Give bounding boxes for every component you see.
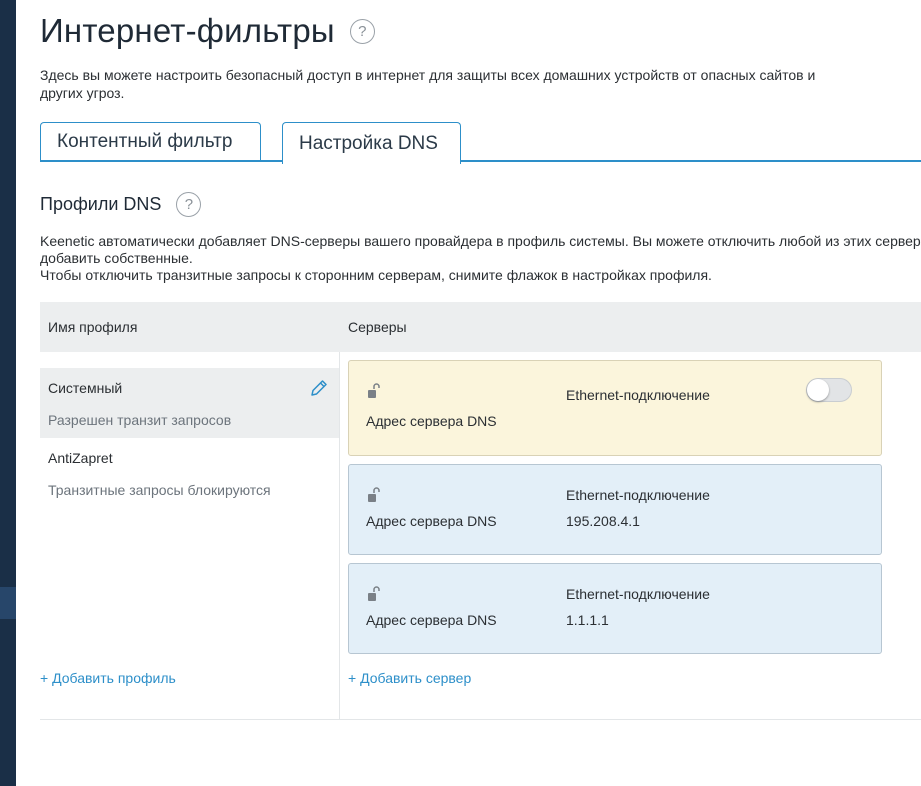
add-profile-link[interactable]: + Добавить профиль: [40, 670, 176, 686]
section-title: Профили DNS: [40, 194, 162, 214]
server-ip-address: 1.1.1.1: [566, 612, 609, 628]
tab-bar: Контентный фильтр Настройка DNS: [40, 122, 921, 164]
page-description: Здесь вы можете настроить безопасный дос…: [40, 67, 816, 101]
tab-dns-settings[interactable]: Настройка DNS: [282, 122, 461, 164]
section-description: Keenetic автоматически добавляет DNS-сер…: [40, 233, 921, 284]
main-content: Интернет-фильтры ? Здесь вы можете настр…: [40, 0, 921, 786]
profile-name: Системный: [48, 380, 123, 396]
help-icon[interactable]: ?: [176, 192, 202, 217]
server-address-label: Адрес сервера DNS: [366, 513, 497, 529]
tab-content-filter[interactable]: Контентный фильтр: [40, 122, 261, 160]
profile-name: AntiZapret: [48, 450, 113, 466]
profile-row-antizapret[interactable]: AntiZapret Транзитные запросы блокируютс…: [40, 438, 339, 508]
column-header-servers: Серверы: [348, 319, 407, 335]
dns-server-card[interactable]: Ethernet-подключение Адрес сервера DNS 1…: [348, 563, 882, 654]
table-header: Имя профиля Серверы: [40, 302, 921, 352]
page-title: Интернет-фильтры: [40, 12, 335, 49]
server-ip-address: 195.208.4.1: [566, 513, 640, 529]
profile-status: Транзитные запросы блокируются: [48, 482, 271, 498]
column-header-profile-name: Имя профиля: [48, 319, 138, 335]
sidebar-active-item[interactable]: [0, 587, 16, 619]
left-sidebar: [0, 0, 16, 786]
section-desc-line: Чтобы отключить транзитные запросы к сто…: [40, 267, 712, 283]
section-header: Профили DNS ?: [40, 192, 202, 217]
unlock-icon: [368, 487, 380, 502]
edit-pencil-icon[interactable]: [309, 378, 329, 398]
column-divider: [339, 352, 340, 720]
section-desc-line: Keenetic автоматически добавляет DNS-сер…: [40, 233, 921, 249]
section-desc-line: добавить собственные.: [40, 250, 193, 266]
profile-row-system[interactable]: Системный Разрешен транзит запросов: [40, 368, 339, 438]
server-connection: Ethernet-подключение: [566, 586, 710, 602]
profile-status: Разрешен транзит запросов: [48, 412, 232, 428]
dns-server-card[interactable]: Ethernet-подключение Адрес сервера DNS: [348, 360, 882, 456]
add-server-link[interactable]: + Добавить сервер: [348, 670, 471, 686]
help-icon[interactable]: ?: [349, 18, 375, 44]
server-connection: Ethernet-подключение: [566, 387, 710, 403]
dns-server-card[interactable]: Ethernet-подключение Адрес сервера DNS 1…: [348, 464, 882, 555]
unlock-icon: [368, 383, 380, 398]
unlock-icon: [368, 586, 380, 601]
page-header: Интернет-фильтры ?: [40, 12, 375, 50]
server-address-label: Адрес сервера DNS: [366, 413, 497, 429]
server-enable-toggle[interactable]: [806, 378, 852, 402]
toggle-knob: [807, 379, 829, 401]
server-connection: Ethernet-подключение: [566, 487, 710, 503]
table-bottom-divider: [40, 719, 921, 720]
server-address-label: Адрес сервера DNS: [366, 612, 497, 628]
